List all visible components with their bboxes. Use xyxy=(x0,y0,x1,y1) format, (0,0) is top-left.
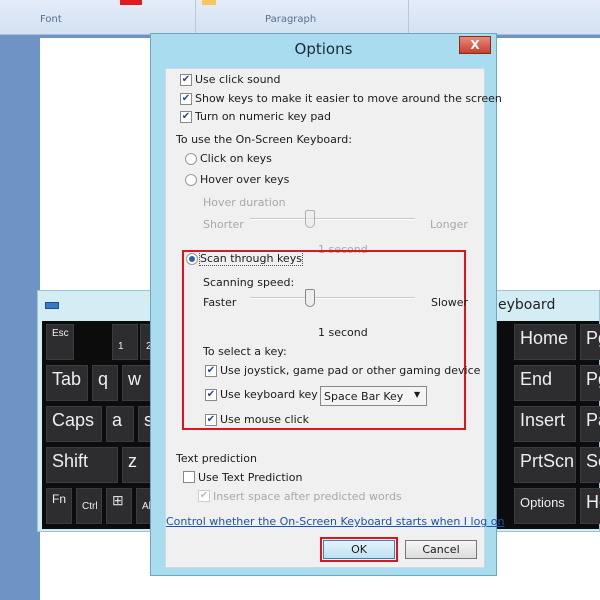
radio-label: Scan through keys xyxy=(199,251,303,266)
radio-label: Hover over keys xyxy=(200,173,290,186)
hover-max-label: Longer xyxy=(430,218,468,231)
windows-key-icon[interactable]: ⊞ xyxy=(106,488,132,524)
text-prediction-heading: Text prediction xyxy=(176,452,257,465)
scan-slider-thumb[interactable] xyxy=(305,289,315,307)
keyboard-key-checkbox[interactable]: ✔ xyxy=(205,389,217,401)
radio-label: Click on keys xyxy=(200,152,272,165)
highlight-icon[interactable] xyxy=(202,0,216,5)
hover-slider-thumb[interactable] xyxy=(305,210,315,228)
window-title: eyboard xyxy=(498,297,556,313)
key-end[interactable]: End xyxy=(514,365,576,401)
numeric-keypad-checkbox[interactable]: ✔ xyxy=(180,111,192,123)
key-scrlk[interactable]: Sc xyxy=(580,447,600,483)
dialog-title: Options xyxy=(294,40,353,58)
click-on-keys-radio[interactable] xyxy=(185,153,197,165)
font-color-icon[interactable] xyxy=(120,0,142,5)
hover-over-keys-radio[interactable] xyxy=(185,174,197,186)
keyboard-key-select[interactable]: Space Bar Key ▼ xyxy=(320,386,427,406)
hover-duration-slider[interactable] xyxy=(250,218,415,220)
show-keys-checkbox[interactable]: ✔ xyxy=(180,93,192,105)
scan-min-label: Faster xyxy=(203,296,237,309)
key-pause[interactable]: Pa xyxy=(580,406,600,442)
scanning-speed-slider[interactable] xyxy=(250,297,415,299)
hover-min-label: Shorter xyxy=(203,218,244,231)
key-a[interactable]: a xyxy=(106,406,134,442)
checkbox-label: Use mouse click xyxy=(220,413,310,426)
ribbon: Font Paragraph xyxy=(0,0,600,35)
checkbox-label: Use click sound xyxy=(195,73,281,86)
key-prtscn[interactable]: PrtScn xyxy=(514,447,576,483)
close-button[interactable]: X xyxy=(459,36,491,54)
key-tab[interactable]: Tab xyxy=(46,365,88,401)
scan-through-keys-radio[interactable] xyxy=(186,253,198,265)
key-z[interactable]: z xyxy=(122,447,152,483)
key-help[interactable]: He xyxy=(580,488,600,524)
ribbon-group-font: Font xyxy=(40,14,62,25)
key-options[interactable]: Options xyxy=(514,488,576,524)
checkbox-label: Insert space after predicted words xyxy=(213,490,402,503)
checkbox-label: Use Text Prediction xyxy=(198,471,303,484)
key-insert[interactable]: Insert xyxy=(514,406,576,442)
divider xyxy=(408,0,409,33)
key-w[interactable]: w xyxy=(122,365,152,401)
key-ctrl[interactable]: Ctrl xyxy=(76,488,102,524)
key-caps[interactable]: Caps xyxy=(46,406,102,442)
key-esc[interactable]: Esc xyxy=(46,324,74,360)
scanning-speed-label: Scanning speed: xyxy=(203,276,295,289)
key-1[interactable]: 1 xyxy=(112,324,138,360)
cancel-button[interactable]: Cancel xyxy=(405,540,477,559)
key-shift[interactable]: Shift xyxy=(46,447,118,483)
ok-button[interactable]: OK xyxy=(323,540,395,559)
select-value: Space Bar Key xyxy=(324,390,404,403)
key-q[interactable]: q xyxy=(92,365,118,401)
text-prediction-checkbox[interactable] xyxy=(183,471,195,483)
select-heading: To select a key: xyxy=(203,345,287,358)
scan-max-label: Slower xyxy=(431,296,469,309)
insert-space-checkbox[interactable]: ✔ xyxy=(198,490,210,502)
hover-duration-label: Hover duration xyxy=(203,196,286,209)
use-click-sound-checkbox[interactable]: ✔ xyxy=(180,74,192,86)
checkbox-label: Use keyboard key xyxy=(220,388,318,401)
joystick-checkbox[interactable]: ✔ xyxy=(205,365,217,377)
key-pgdn[interactable]: Pg xyxy=(580,365,600,401)
ribbon-group-paragraph: Paragraph xyxy=(265,14,317,25)
scan-value: 1 second xyxy=(318,326,368,339)
checkbox-label: Turn on numeric key pad xyxy=(195,110,332,123)
mouse-click-checkbox[interactable]: ✔ xyxy=(205,414,217,426)
checkbox-label: Show keys to make it easier to move arou… xyxy=(195,92,502,105)
divider xyxy=(195,0,196,33)
checkbox-label: Use joystick, game pad or other gaming d… xyxy=(220,364,481,377)
key-home[interactable]: Home xyxy=(514,324,576,360)
chevron-down-icon: ▼ xyxy=(414,390,421,399)
key-fn[interactable]: Fn xyxy=(46,488,72,524)
keyboard-icon xyxy=(45,302,59,309)
mode-heading: To use the On-Screen Keyboard: xyxy=(176,133,352,146)
key-pgup[interactable]: Pg xyxy=(580,324,600,360)
startup-settings-link[interactable]: Control whether the On-Screen Keyboard s… xyxy=(166,515,505,528)
